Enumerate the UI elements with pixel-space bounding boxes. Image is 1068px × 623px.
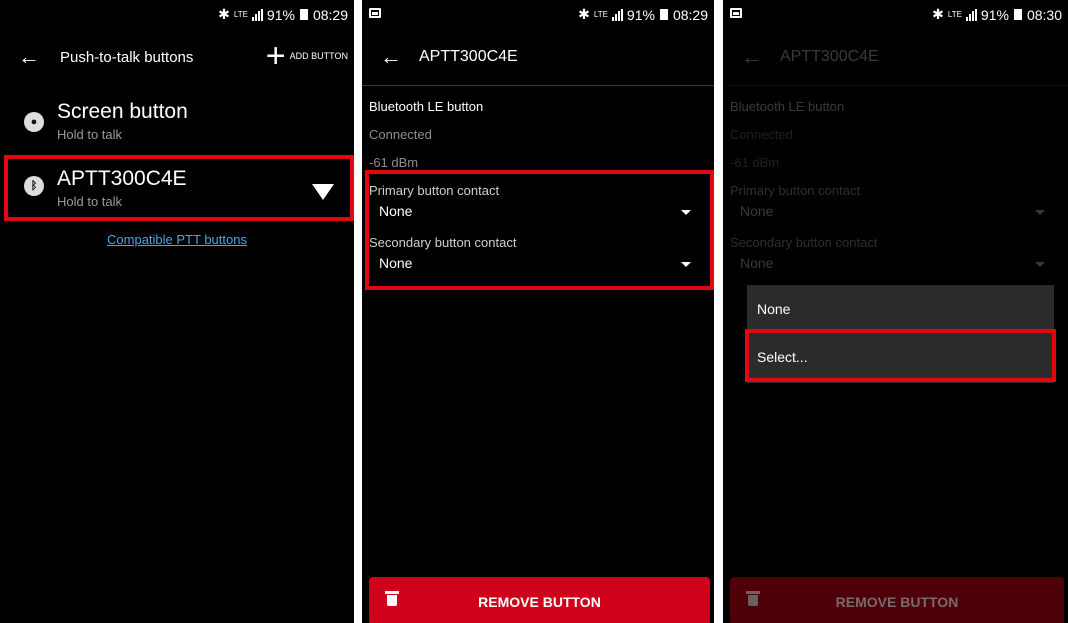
highlight-box (745, 329, 1056, 382)
page-title: APTT300C4E (419, 48, 518, 65)
plus-icon: + (265, 37, 286, 75)
battery-percent: 91% (980, 6, 1009, 23)
remove-button[interactable]: REMOVE BUTTON (369, 577, 710, 623)
page-title: Push-to-talk buttons (60, 49, 194, 66)
app-bar: ← APTT300C4E (362, 30, 714, 86)
signal-icon (611, 8, 623, 21)
menu-option-none[interactable]: None (757, 301, 790, 317)
remove-button-label: REMOVE BUTTON (478, 594, 601, 610)
screen-ptt-list: ✱ LTE 91% 08:29 ← Push-to-talk buttons +… (0, 0, 354, 623)
primary-contact-dropdown[interactable]: None (723, 200, 1068, 224)
item-sub: Hold to talk (57, 127, 123, 142)
screen-button-detail: ✱ LTE 91% 08:29 ← APTT300C4E Bluetooth L… (362, 0, 714, 623)
rssi-value: -61 dBm (730, 155, 780, 170)
dropdown-arrow-icon (1035, 262, 1045, 267)
secondary-contact-dropdown[interactable]: None (723, 251, 1068, 275)
clock: 08:29 (312, 6, 348, 23)
connection-state: Connected (730, 127, 793, 142)
signal-icon (251, 8, 263, 21)
secondary-contact-value: None (740, 255, 774, 271)
divider (362, 85, 714, 86)
remove-button-label: REMOVE BUTTON (835, 594, 959, 610)
secondary-contact-label: Secondary button contact (730, 235, 878, 250)
image-notification-icon (369, 8, 381, 18)
back-arrow-icon[interactable]: ← (741, 46, 763, 68)
primary-contact-label: Primary button contact (730, 183, 861, 198)
back-arrow-icon[interactable]: ← (18, 46, 40, 68)
highlight-box (4, 155, 354, 221)
list-item-screen-button[interactable]: ● Screen button Hold to talk (0, 100, 354, 160)
battery-icon (1013, 9, 1022, 20)
add-button-label: ADD BUTTON (289, 51, 348, 61)
microphone-icon: ● (24, 112, 44, 132)
page-title: APTT300C4E (780, 48, 879, 65)
battery-percent: 91% (266, 6, 295, 23)
image-notification-icon (730, 8, 742, 18)
divider (723, 85, 1068, 86)
item-name: Screen button (57, 100, 188, 123)
remove-button[interactable]: REMOVE BUTTON (730, 577, 1064, 623)
signal-icon (965, 8, 977, 21)
highlight-box (365, 170, 714, 290)
battery-icon (659, 9, 668, 20)
app-bar: ← APTT300C4E (723, 30, 1068, 86)
back-arrow-icon[interactable]: ← (380, 46, 402, 68)
dropdown-arrow-icon (1035, 210, 1045, 215)
button-type: Bluetooth LE button (730, 99, 845, 114)
connection-state: Connected (369, 127, 432, 142)
clock: 08:30 (1026, 6, 1062, 23)
battery-icon (299, 9, 308, 20)
bluetooth-status-icon: ✱ (218, 6, 230, 22)
status-bar: ✱ LTE 91% 08:30 (723, 0, 1068, 30)
bluetooth-status-icon: ✱ (578, 6, 590, 22)
bluetooth-status-icon: ✱ (932, 6, 944, 22)
rssi-value: -61 dBm (369, 155, 419, 170)
lte-label: LTE (233, 9, 248, 19)
screen-contact-menu: ✱ LTE 91% 08:30 ← APTT300C4E Bluetooth L… (723, 0, 1068, 623)
app-bar: ← Push-to-talk buttons + ADD BUTTON (0, 30, 354, 86)
button-type: Bluetooth LE button (369, 99, 484, 114)
clock: 08:29 (672, 6, 708, 23)
lte-label: LTE (593, 9, 608, 19)
add-button[interactable]: + ADD BUTTON (265, 37, 348, 75)
compatible-ptt-link[interactable]: Compatible PTT buttons (0, 232, 354, 247)
status-bar: ✱ LTE 91% 08:29 (362, 0, 714, 30)
lte-label: LTE (947, 9, 962, 19)
battery-percent: 91% (626, 6, 655, 23)
primary-contact-value: None (740, 203, 774, 219)
status-bar: ✱ LTE 91% 08:29 (0, 0, 354, 30)
